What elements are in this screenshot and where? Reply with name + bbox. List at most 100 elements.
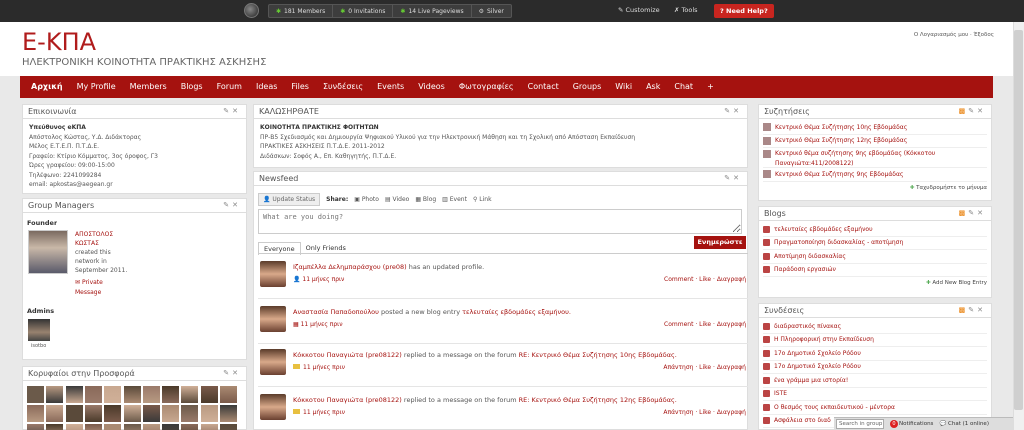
- status-input[interactable]: [258, 209, 742, 234]
- contributor-avatar[interactable]: [104, 386, 122, 403]
- contributor-avatar[interactable]: [162, 405, 180, 422]
- stat-members[interactable]: ✱ 181 Members: [269, 5, 334, 17]
- contributor-avatar[interactable]: [200, 424, 218, 430]
- contributor-avatar[interactable]: [104, 424, 122, 430]
- contributor-avatar[interactable]: [142, 386, 160, 403]
- list-item[interactable]: 17ο Δημοτικό Σχολείο Ρόδου: [763, 361, 987, 374]
- nav-members[interactable]: Members: [123, 76, 174, 98]
- admin-avatar[interactable]: [28, 319, 50, 341]
- contributor-avatar[interactable]: [123, 405, 141, 422]
- view-all-link[interactable]: ✚ Ταχυδρομήστε το μήνυμα: [763, 182, 987, 191]
- share-blog[interactable]: ▦ Blog: [415, 196, 436, 203]
- site-logo[interactable]: Ε-ΚΠΑ: [22, 28, 96, 56]
- contributor-avatar[interactable]: [65, 386, 83, 403]
- list-item[interactable]: Κεντρικό Θέμα Συζήτησης 9ης Εβδομάδας: [763, 168, 987, 182]
- nav-groups[interactable]: Groups: [566, 76, 609, 98]
- share-video[interactable]: ▤ Video: [385, 196, 409, 203]
- contributor-avatar[interactable]: [200, 405, 218, 422]
- nav-ideas[interactable]: Ideas: [249, 76, 284, 98]
- share-link[interactable]: ⚲ Link: [473, 196, 492, 203]
- panel-controls-icon[interactable]: ▩✎✕: [959, 107, 986, 115]
- my-account-link[interactable]: Ο Λογαριασμός μου: [914, 32, 968, 38]
- list-item[interactable]: Κεντρικό Θέμα Συζήτησης 12ης Εβδομάδας: [763, 135, 987, 148]
- group-search-input[interactable]: Search in group: [836, 419, 884, 429]
- tools-link[interactable]: ✗ Tools: [674, 6, 698, 14]
- contributor-avatar[interactable]: [84, 386, 102, 403]
- user-avatar[interactable]: [260, 349, 286, 375]
- list-item[interactable]: Κεντρικό θέμα συζήτησης 9ης εβδομάδας (Κ…: [763, 148, 987, 159]
- contributor-avatar[interactable]: [46, 424, 64, 430]
- nav-events[interactable]: Events: [370, 76, 411, 98]
- signout-link[interactable]: Έξοδος: [974, 32, 995, 38]
- panel-controls-icon[interactable]: ✎✕: [223, 201, 241, 209]
- update-status-button[interactable]: 👤 Update Status: [258, 193, 321, 206]
- contributor-avatar[interactable]: [84, 424, 102, 430]
- chat-link[interactable]: 💬 Chat (1 online): [939, 421, 989, 427]
- contributor-avatar[interactable]: [123, 386, 141, 403]
- add-blog-link[interactable]: ✚ Add New Blog Entry: [763, 277, 987, 286]
- user-avatar[interactable]: [260, 261, 286, 287]
- nav-forum[interactable]: Forum: [210, 76, 249, 98]
- list-item[interactable]: Ο θεσμός τους εκπαιδευτικού - μέντορα: [763, 401, 987, 415]
- nav-files[interactable]: Files: [284, 76, 316, 98]
- nav-chat[interactable]: Chat: [667, 76, 700, 98]
- feed-actions[interactable]: Comment · Like · Διαγραφή: [664, 276, 746, 283]
- contributor-avatar[interactable]: [220, 424, 237, 430]
- list-item[interactable]: διαδραστικός πίνακας: [763, 320, 987, 334]
- contributor-avatar[interactable]: [46, 405, 64, 422]
- contributor-avatar[interactable]: [162, 424, 180, 430]
- notifications-link[interactable]: Notifications: [899, 421, 933, 427]
- list-item[interactable]: Πραγματοποίηση διδασκαλίας - αποτίμηση: [763, 237, 987, 250]
- nav-blogs[interactable]: Blogs: [174, 76, 210, 98]
- customize-link[interactable]: ✎ Customize: [618, 6, 660, 14]
- feed-actions[interactable]: Απάντηση · Like · Διαγραφή: [663, 409, 746, 416]
- contributor-avatar[interactable]: [27, 386, 44, 403]
- stat-invitations[interactable]: ✱ 0 Invitations: [333, 5, 394, 17]
- list-item[interactable]: Αποτίμηση διδασκαλίας: [763, 250, 987, 264]
- list-item[interactable]: ISTE: [763, 388, 987, 401]
- nav-ask[interactable]: Ask: [639, 76, 667, 98]
- nav-add-icon[interactable]: +: [700, 76, 721, 98]
- contributor-avatar[interactable]: [200, 386, 218, 403]
- nav-photos[interactable]: Φωτογραφίες: [452, 76, 521, 98]
- contributor-avatar[interactable]: [65, 405, 83, 422]
- contributor-avatar[interactable]: [123, 424, 141, 430]
- post-status-button[interactable]: Ενημερώστε: [694, 236, 746, 249]
- list-item[interactable]: τελευταίες εβδομάδες εξαμήνου: [763, 223, 987, 237]
- share-event[interactable]: ▥ Event: [442, 196, 467, 203]
- stat-pageviews[interactable]: ✱ 14 Live Pageviews: [393, 5, 472, 17]
- contributor-avatar[interactable]: [27, 405, 44, 422]
- contributor-avatar[interactable]: [162, 386, 180, 403]
- panel-controls-icon[interactable]: ▩✎✕: [959, 209, 986, 217]
- contributor-avatar[interactable]: [181, 424, 199, 430]
- user-avatar[interactable]: [260, 306, 286, 332]
- panel-controls-icon[interactable]: ▩✎✕: [959, 306, 986, 314]
- list-item[interactable]: Η Πληροφορική στην Εκπαίδευση: [763, 334, 987, 347]
- contributor-avatar[interactable]: [220, 405, 237, 422]
- panel-controls-icon[interactable]: ✎✕: [724, 107, 742, 115]
- share-photo[interactable]: ▣ Photo: [354, 196, 379, 203]
- contributor-avatar[interactable]: [46, 386, 64, 403]
- contributor-avatar[interactable]: [104, 405, 122, 422]
- contributor-avatar[interactable]: [84, 405, 102, 422]
- private-message-link[interactable]: ✉ Private Message: [75, 278, 119, 297]
- feed-actions[interactable]: Απάντηση · Like · Διαγραφή: [663, 364, 746, 371]
- list-item[interactable]: 17ο Δημοτικό Σχολείο Ρόδου: [763, 347, 987, 361]
- contributor-avatar[interactable]: [181, 386, 199, 403]
- panel-controls-icon[interactable]: ✎✕: [724, 174, 742, 182]
- list-item[interactable]: Παναγιώτα:411/2008122): [763, 159, 987, 168]
- nav-wiki[interactable]: Wiki: [608, 76, 639, 98]
- nav-videos[interactable]: Videos: [411, 76, 452, 98]
- nav-my-profile[interactable]: My Profile: [70, 76, 123, 98]
- contributor-avatar[interactable]: [220, 386, 237, 403]
- scrollbar-thumb[interactable]: [1014, 30, 1023, 410]
- contributor-avatar[interactable]: [142, 405, 160, 422]
- contributor-avatar[interactable]: [65, 424, 83, 430]
- feed-actions[interactable]: Comment · Like · Διαγραφή: [664, 321, 746, 328]
- nav-contact[interactable]: Contact: [521, 76, 566, 98]
- stat-plan[interactable]: ⚙ Silver: [472, 5, 511, 17]
- contributor-avatar[interactable]: [181, 405, 199, 422]
- network-globe-icon[interactable]: [244, 3, 259, 18]
- list-item[interactable]: Κεντρικό Θέμα Συζήτησης 10ης Εβδομάδας: [763, 121, 987, 135]
- list-item[interactable]: Παράδοση εργασιών: [763, 264, 987, 277]
